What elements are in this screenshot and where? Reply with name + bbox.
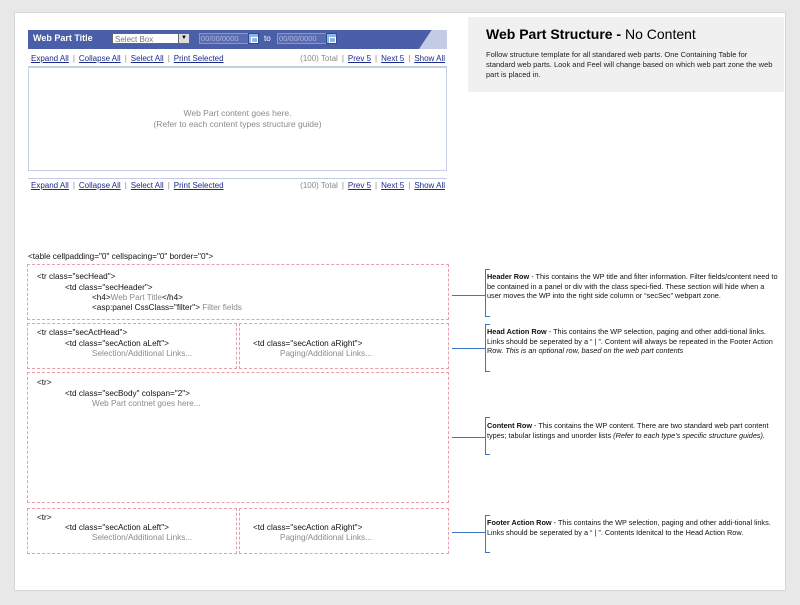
page-title: Web Part Structure - No Content: [486, 26, 696, 42]
code-td-secheader: <td class="secHeader">: [65, 283, 153, 292]
prev-link[interactable]: Prev 5: [348, 54, 371, 63]
footer-action-leader: [452, 532, 485, 533]
expand-all-link[interactable]: Expand All: [31, 181, 69, 190]
select-all-link[interactable]: Select All: [131, 181, 164, 190]
content-placeholder-line1: Web Part content goes here.: [183, 108, 292, 118]
print-selected-link[interactable]: Print Selected: [174, 54, 224, 63]
separator: |: [375, 54, 378, 63]
content-placeholder-line2: (Refer to each content types structure g…: [153, 119, 322, 129]
show-all-link[interactable]: Show All: [414, 54, 445, 63]
page-description: Follow structure template for all standa…: [486, 50, 773, 79]
prev-link[interactable]: Prev 5: [348, 181, 371, 190]
content-row-bracket: [485, 417, 490, 455]
info-panel: Web Part Structure - No Content Follow s…: [468, 17, 784, 92]
total-count: (100) Total: [300, 54, 338, 63]
head-action-bar: Expand All | Collapse All | Select All | Print…: [28, 52, 447, 67]
separator: |: [341, 54, 344, 63]
collapse-all-link[interactable]: Collapse All: [79, 54, 121, 63]
code-tr: <tr>: [37, 378, 52, 387]
separator: |: [408, 54, 411, 63]
show-all-link[interactable]: Show All: [414, 181, 445, 190]
code-td-secbody: <td class="secBody" colspan="2">: [65, 389, 190, 398]
separator: |: [124, 181, 127, 190]
code-paging-links-footer: Paging/Additional Links...: [280, 533, 372, 542]
footer-action-bracket: [485, 515, 490, 553]
code-h4: <h4>Web Part Title</h4>: [92, 293, 183, 302]
expand-all-link[interactable]: Expand All: [31, 54, 69, 63]
separator: |: [341, 181, 344, 190]
date-to-label: to: [264, 34, 271, 43]
next-link[interactable]: Next 5: [381, 181, 404, 190]
select-all-link[interactable]: Select All: [131, 54, 164, 63]
code-td-aright: <td class="secAction aRight">: [253, 339, 363, 348]
webpart-header: Web Part Title Select Box ▼ 00/00/0000 t…: [28, 30, 447, 49]
separator: |: [408, 181, 411, 190]
webpart-content-area: Web Part content goes here. (Refer to ea…: [28, 67, 447, 171]
content-row-note: Content Row - This contains the WP conte…: [487, 421, 769, 440]
select-box[interactable]: Select Box ▼: [112, 33, 190, 44]
separator: |: [72, 181, 75, 190]
footer-action-note: Footer Action Row - This contains the WP…: [487, 518, 771, 537]
separator: |: [167, 54, 170, 63]
head-action-bracket: [485, 324, 490, 372]
total-count: (100) Total: [300, 181, 338, 190]
separator: |: [124, 54, 127, 63]
code-table-tag: <table cellpadding="0" cellspacing="0" b…: [28, 252, 214, 261]
webpart-title: Web Part Title: [33, 33, 93, 43]
code-tr-secacthead: <tr class="secActHead">: [37, 328, 128, 337]
header-row-leader: [452, 295, 485, 296]
code-body-text: Web Part contnet goes here...: [92, 399, 201, 408]
next-link[interactable]: Next 5: [381, 54, 404, 63]
code-td-aleft: <td class="secAction aLeft">: [65, 339, 169, 348]
code-selection-links: Selection/Additional Links...: [92, 349, 193, 358]
footer-action-bar: Expand All | Collapse All | Select All | Print…: [28, 178, 447, 193]
content-row-leader: [452, 437, 485, 438]
select-box-value: Select Box: [115, 35, 154, 44]
code-td-aleft-footer: <td class="secAction aLeft">: [65, 523, 169, 532]
header-corner-decoration: [419, 30, 447, 49]
header-row-bracket: [485, 269, 490, 317]
code-selection-links-footer: Selection/Additional Links...: [92, 533, 193, 542]
separator: |: [375, 181, 378, 190]
calendar-to-icon[interactable]: [326, 33, 337, 44]
calendar-from-icon[interactable]: [248, 33, 259, 44]
head-action-leader: [452, 348, 485, 349]
separator: |: [72, 54, 75, 63]
code-asp-panel: <asp:panel CssClass="filter"> Filter fie…: [92, 303, 242, 312]
chevron-down-icon[interactable]: ▼: [178, 34, 189, 43]
header-row-note: Header Row - This contains the WP title …: [487, 272, 778, 301]
collapse-all-link[interactable]: Collapse All: [79, 181, 121, 190]
separator: |: [167, 181, 170, 190]
code-tr-sechead: <tr class="secHead">: [37, 272, 116, 281]
code-tr-footer: <tr>: [37, 513, 52, 522]
head-action-note: Head Action Row - This contains the WP s…: [487, 327, 773, 356]
code-td-aright-footer: <td class="secAction aRight">: [253, 523, 363, 532]
print-selected-link[interactable]: Print Selected: [174, 181, 224, 190]
code-paging-links: Paging/Additional Links...: [280, 349, 372, 358]
